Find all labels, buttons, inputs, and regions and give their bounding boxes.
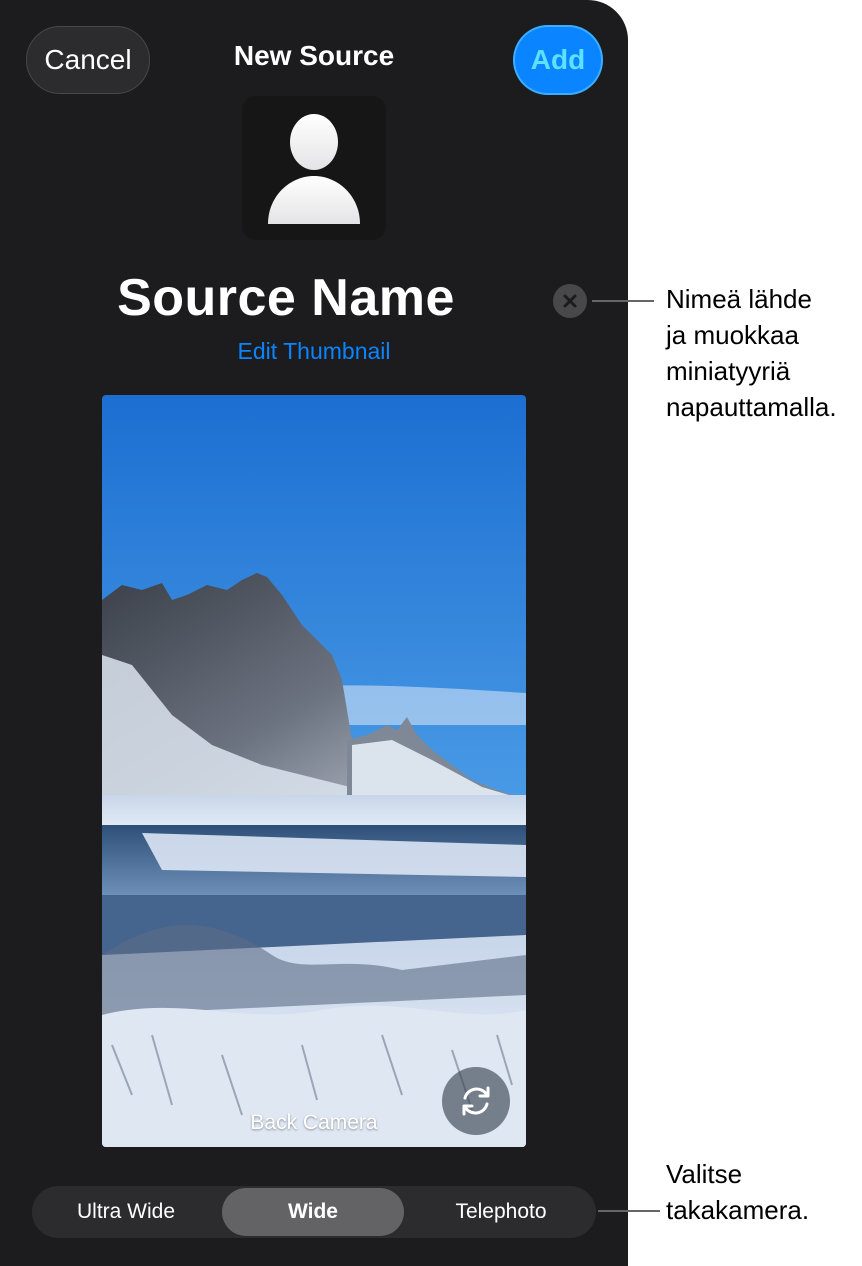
lens-segmented-control: Ultra Wide Wide Telephoto: [32, 1186, 596, 1238]
lens-option-telephoto[interactable]: Telephoto: [406, 1188, 596, 1236]
cancel-button[interactable]: Cancel: [26, 26, 150, 94]
lens-option-wide[interactable]: Wide: [222, 1188, 404, 1236]
sheet-title: New Source: [233, 40, 395, 71]
camera-preview-image: [102, 395, 526, 1147]
source-thumbnail[interactable]: [242, 96, 386, 240]
edit-thumbnail-link[interactable]: Edit Thumbnail: [180, 338, 448, 365]
callout-line: Valitse: [666, 1159, 743, 1189]
camera-label: Back Camera: [250, 1111, 378, 1134]
clear-icon: [563, 294, 577, 308]
callout-line: takakamera.: [666, 1195, 810, 1225]
callout-line: Nimeä lähde: [666, 284, 812, 314]
callout-line: ja muokkaa: [666, 320, 799, 350]
camera-callout: Valitse takakamera.: [666, 1156, 809, 1228]
callout-leader-line: [598, 1210, 660, 1212]
callout-leader-line: [592, 300, 654, 302]
name-callout: Nimeä lähde ja muokkaa miniatyyriä napau…: [666, 281, 837, 425]
lens-option-ultra-wide[interactable]: Ultra Wide: [32, 1188, 220, 1236]
callout-line: napauttamalla.: [666, 392, 837, 422]
new-source-sheet: Cancel New Source Add Source Name Edit T…: [0, 0, 628, 1266]
callout-line: miniatyyriä: [666, 356, 791, 386]
add-button[interactable]: Add: [513, 25, 603, 95]
camera-preview: Back Camera: [102, 395, 526, 1147]
source-name-field[interactable]: Source Name: [60, 268, 512, 328]
clear-name-button[interactable]: [553, 284, 587, 318]
person-icon: [268, 114, 360, 224]
